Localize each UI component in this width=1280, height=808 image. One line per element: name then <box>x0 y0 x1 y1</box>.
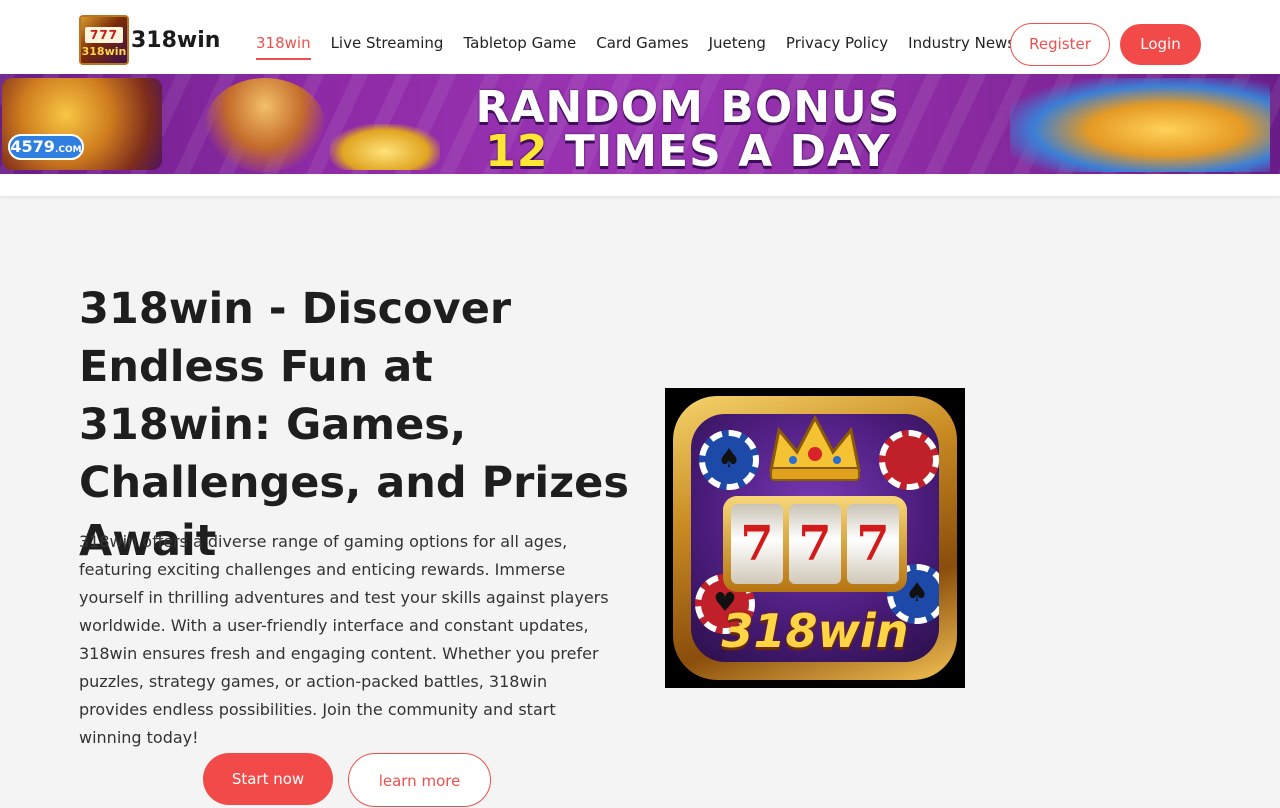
login-button[interactable]: Login <box>1120 24 1201 65</box>
main-nav: 318win Live Streaming Tabletop Game Card… <box>256 34 1035 60</box>
heart-icon: ♥ <box>897 444 921 474</box>
crown-icon <box>769 414 861 481</box>
app-icon-brand-text: 318win <box>721 604 909 658</box>
slot-reel: 7 <box>789 504 841 584</box>
banner-coins-art <box>330 124 440 170</box>
banner-site-badge: 4579.COM <box>8 134 84 160</box>
badge-domain: .COM <box>54 145 82 155</box>
banner-character-art <box>1010 78 1270 172</box>
banner-bonus-rest: TIMES A DAY <box>564 126 891 174</box>
promo-banner[interactable]: 4579.COM RANDOM BONUS 12 TIMES A DAY <box>0 74 1280 174</box>
nav-item-privacy-policy[interactable]: Privacy Policy <box>786 34 888 60</box>
banner-king-art <box>205 78 325 172</box>
spade-icon: ♠ <box>717 444 741 474</box>
banner-game-art: 4579.COM <box>2 78 162 170</box>
banner-bonus-count: 12 <box>485 126 549 174</box>
logo[interactable]: 777 318win 318win <box>79 15 220 65</box>
nav-item-jueteng[interactable]: Jueteng <box>709 34 766 60</box>
nav-item-home[interactable]: 318win <box>256 34 311 60</box>
banner-bottom-strip <box>0 174 1280 196</box>
logo-icon: 777 318win <box>79 15 129 65</box>
poker-chip-icon: ♥ <box>879 430 939 490</box>
banner-headline-line2: 12 TIMES A DAY <box>458 126 918 174</box>
badge-number: 4579 <box>10 137 55 156</box>
logo-text: 318win <box>131 27 221 53</box>
nav-item-tabletop-game[interactable]: Tabletop Game <box>463 34 576 60</box>
hero-description: 318win offers a diverse range of gaming … <box>79 532 609 747</box>
slot-reel: 7 <box>731 504 783 584</box>
poker-chip-icon: ♠ <box>699 430 759 490</box>
page-title: 318win - Discover Endless Fun at 318win:… <box>79 284 629 566</box>
app-icon-image: ♠ ♥ ♥ ♠ 7 7 7 318win <box>665 388 965 688</box>
nav-item-live-streaming[interactable]: Live Streaming <box>331 34 444 60</box>
logo-icon-word: 318win <box>81 45 127 58</box>
app-icon-frame: ♠ ♥ ♥ ♠ 7 7 7 318win <box>673 396 957 680</box>
start-now-button[interactable]: Start now <box>203 753 333 805</box>
nav-item-card-games[interactable]: Card Games <box>596 34 688 60</box>
nav-item-industry-news[interactable]: Industry News <box>908 34 1015 60</box>
register-button[interactable]: Register <box>1010 23 1110 66</box>
site-header: 777 318win 318win 318win Live Streaming … <box>0 0 1280 74</box>
app-icon-inner: ♠ ♥ ♥ ♠ 7 7 7 318win <box>691 414 939 662</box>
slot-reels: 7 7 7 <box>723 496 907 592</box>
slot-reel: 7 <box>847 504 899 584</box>
learn-more-button[interactable]: learn more <box>348 753 491 807</box>
logo-icon-777: 777 <box>85 27 123 43</box>
